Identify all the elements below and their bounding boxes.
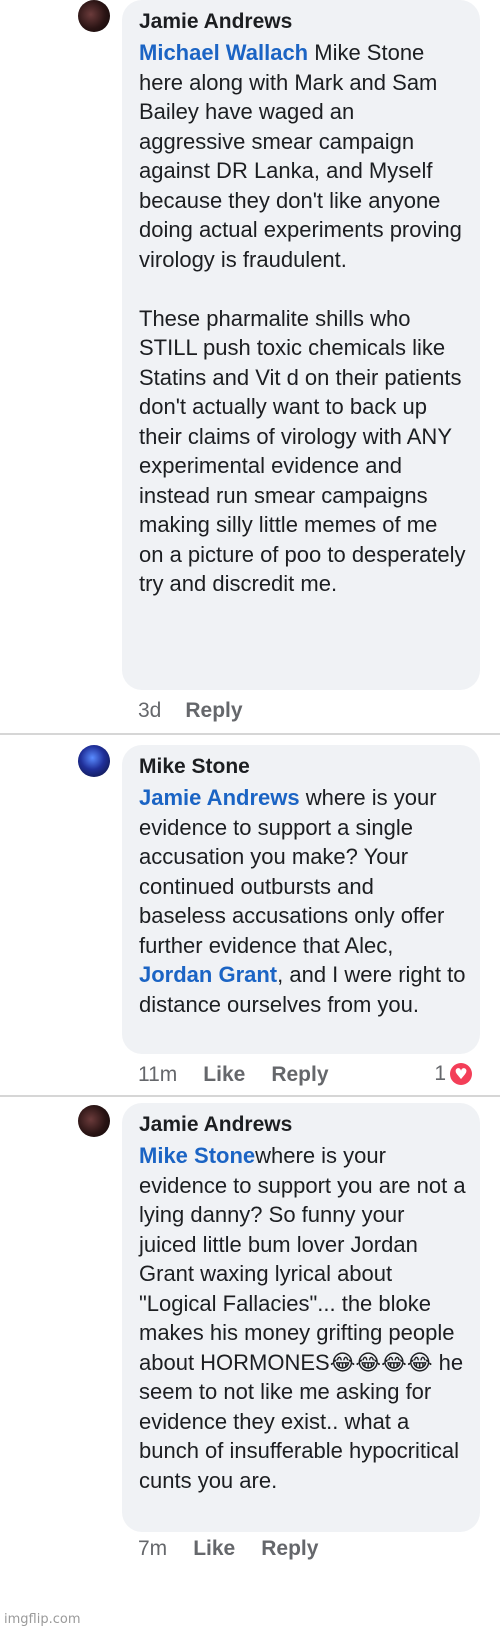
comment-text: Jamie Andrews where is your evidence to … — [139, 783, 466, 1019]
comment-meta: 11m Like Reply — [138, 1063, 329, 1087]
like-button[interactable]: Like — [193, 1537, 235, 1561]
comment-text: Mike Stonewhere is your evidence to supp… — [139, 1141, 466, 1495]
mention-link[interactable]: Jamie Andrews — [139, 785, 300, 810]
comment-panel-1: Jamie Andrews Michael Wallach Mike Stone… — [0, 0, 500, 732]
comment-meta: 3d Reply — [138, 699, 243, 723]
timestamp[interactable]: 7m — [138, 1537, 167, 1561]
timestamp[interactable]: 3d — [138, 699, 161, 723]
mention-link[interactable]: Michael Wallach — [139, 40, 308, 65]
reply-button[interactable]: Reply — [185, 699, 242, 723]
comment-meta: 7m Like Reply — [138, 1537, 318, 1561]
comment-body: Mike Stone here along with Mark and Sam … — [139, 40, 466, 596]
reaction-count: 1 — [434, 1062, 446, 1085]
avatar[interactable] — [78, 745, 110, 777]
reply-button[interactable]: Reply — [271, 1063, 328, 1087]
comment-author[interactable]: Jamie Andrews — [139, 1113, 466, 1137]
timestamp[interactable]: 11m — [138, 1063, 177, 1087]
watermark: imgflip.com — [4, 1612, 81, 1627]
comment-panel-2: Mike Stone Jamie Andrews where is your e… — [0, 735, 500, 1095]
comment-text: Michael Wallach Mike Stone here along wi… — [139, 38, 466, 599]
reaction-summary[interactable]: 1 — [434, 1062, 472, 1086]
mention-link[interactable]: Jordan Grant — [139, 962, 277, 987]
comment-author[interactable]: Jamie Andrews — [139, 10, 466, 34]
avatar[interactable] — [78, 0, 110, 32]
like-button[interactable]: Like — [203, 1063, 245, 1087]
comment-bubble: Jamie Andrews Mike Stonewhere is your ev… — [122, 1103, 480, 1532]
comment-body: where is your evidence to support you ar… — [139, 1143, 472, 1493]
avatar[interactable] — [78, 1105, 110, 1137]
comment-body-part-1: where is your evidence to support a sing… — [139, 785, 451, 958]
comment-panel-3: Jamie Andrews Mike Stonewhere is your ev… — [0, 1097, 500, 1629]
comment-bubble: Mike Stone Jamie Andrews where is your e… — [122, 745, 480, 1054]
mention-link[interactable]: Mike Stone — [139, 1143, 255, 1168]
comment-bubble: Jamie Andrews Michael Wallach Mike Stone… — [122, 0, 480, 690]
comment-author[interactable]: Mike Stone — [139, 755, 466, 779]
heart-icon — [450, 1063, 472, 1085]
reply-button[interactable]: Reply — [261, 1537, 318, 1561]
